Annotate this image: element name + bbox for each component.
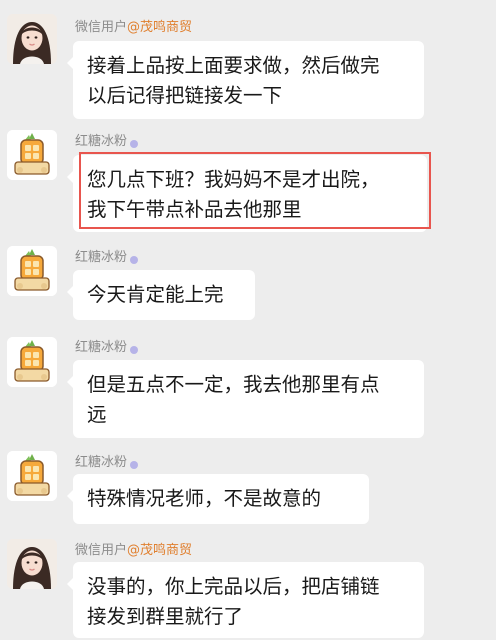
sender-name: 红糖冰粉 xyxy=(75,340,139,356)
sticker-icon xyxy=(130,346,139,354)
sender-name: 微信用户 @茂鸣商贸 xyxy=(75,20,192,36)
sender-name-text: 红糖冰粉 xyxy=(75,340,128,355)
sender-name: 红糖冰粉 xyxy=(75,250,139,266)
sender-avatar[interactable] xyxy=(7,539,57,589)
sticker-icon xyxy=(130,461,139,469)
sender-name-text: 红糖冰粉 xyxy=(75,134,128,149)
sender-name-text: 微信用户 xyxy=(75,543,128,558)
message-bubble[interactable]: 特殊情况老师，不是故意的 xyxy=(67,474,369,524)
sender-avatar[interactable] xyxy=(7,451,57,501)
sender-avatar[interactable] xyxy=(7,246,57,296)
message-bubble[interactable]: 您几点下班？我妈妈不是才出院， 我下午带点补品去他那里 xyxy=(67,155,427,232)
sticker-icon xyxy=(130,140,139,148)
sender-group-tag: @茂鸣商贸 xyxy=(127,20,193,35)
sender-name: 微信用户 @茂鸣商贸 xyxy=(75,543,192,559)
sender-name-text: 微信用户 xyxy=(75,20,128,35)
sender-avatar[interactable] xyxy=(7,337,57,387)
sender-name-text: 红糖冰粉 xyxy=(75,455,128,470)
message-bubble[interactable]: 没事的，你上完品以后，把店铺链 接发到群里就行了 xyxy=(67,562,424,638)
sender-avatar[interactable] xyxy=(7,14,57,64)
sender-name-text: 红糖冰粉 xyxy=(75,250,128,265)
sender-group-tag: @茂鸣商贸 xyxy=(127,543,193,558)
sender-name: 红糖冰粉 xyxy=(75,455,139,471)
sticker-icon xyxy=(130,256,139,264)
message-bubble[interactable]: 但是五点不一定，我去他那里有点 远 xyxy=(67,360,424,438)
message-bubble[interactable]: 接着上品按上面要求做，然后做完 以后记得把链接发一下 xyxy=(67,41,424,119)
message-bubble[interactable]: 今天肯定能上完 xyxy=(67,270,255,320)
sender-name: 红糖冰粉 xyxy=(75,134,139,150)
sender-avatar[interactable] xyxy=(7,130,57,180)
